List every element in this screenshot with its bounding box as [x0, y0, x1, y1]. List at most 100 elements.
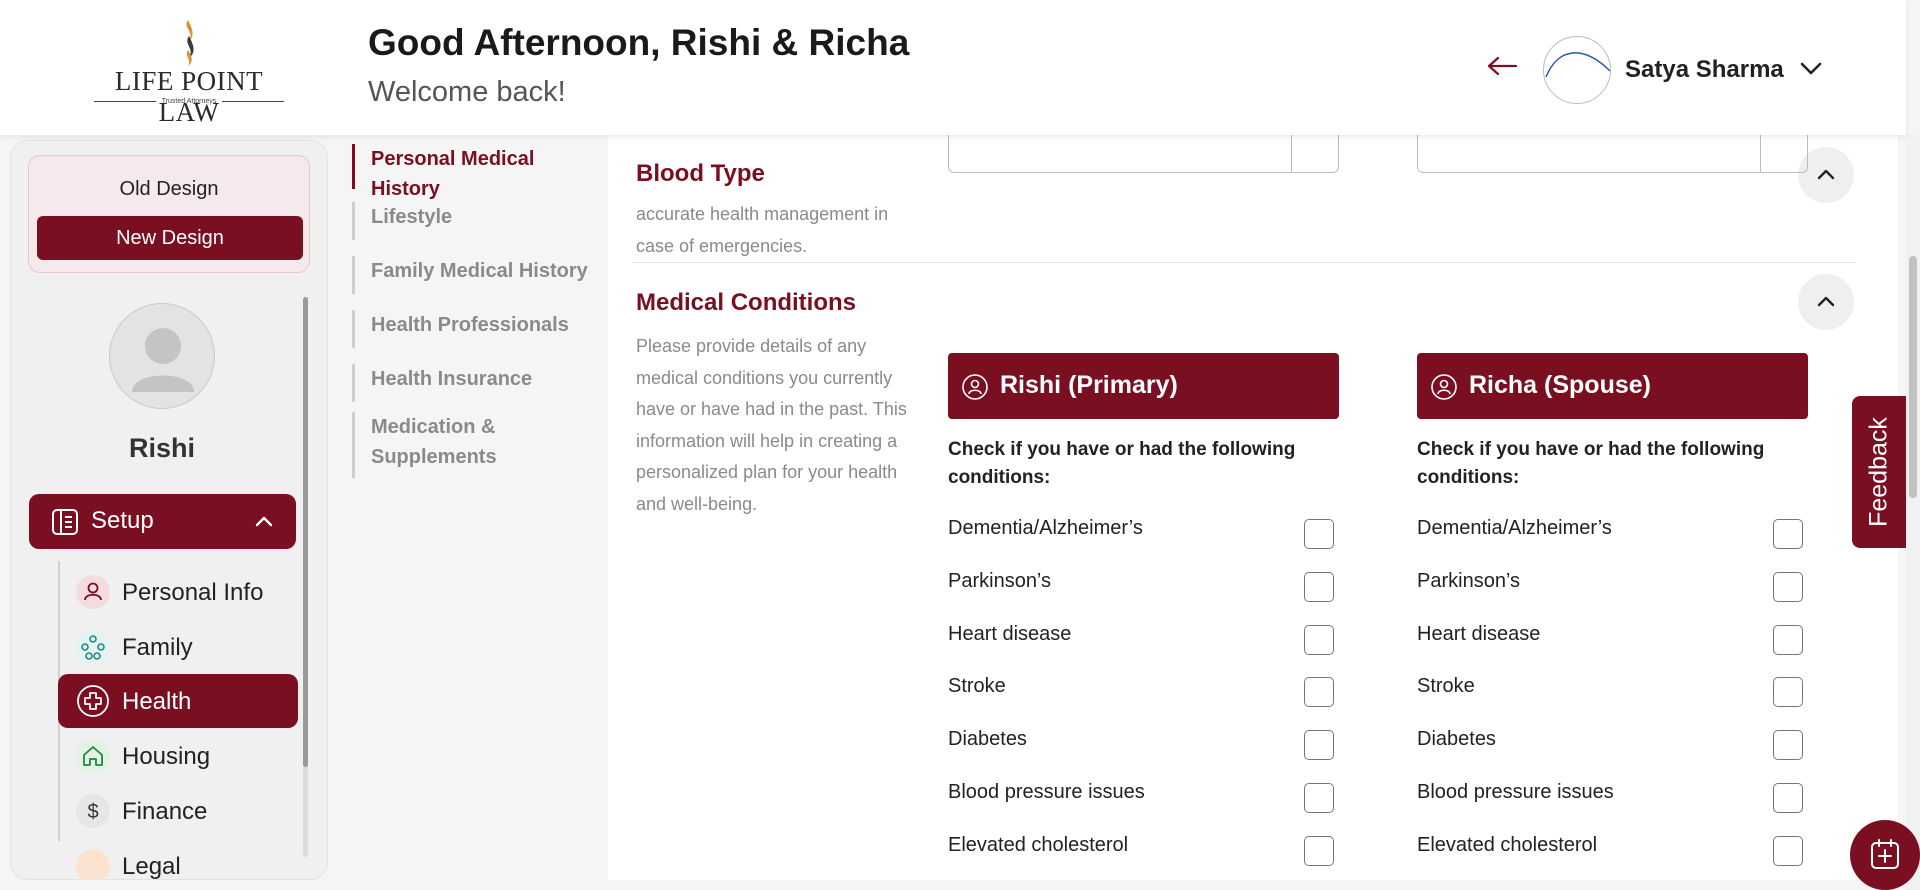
blood-type-desc: accurate health management in case of em…: [636, 199, 916, 262]
blood-type-select-spouse[interactable]: [1417, 135, 1808, 173]
top-header: LIFE POINT LAW Trusted Attorneys Good Af…: [0, 0, 1906, 135]
blood-type-desc-line: case of emergencies.: [636, 235, 808, 256]
add-calendar-button[interactable]: [1850, 820, 1920, 890]
design-switcher: Old Design New Design: [28, 155, 310, 273]
primary-person-label: Rishi (Primary): [1000, 371, 1178, 399]
sidebar-item-finance[interactable]: $ Finance: [58, 784, 298, 838]
sidebar-item-label: Finance: [122, 798, 208, 825]
sidebar-item-legal[interactable]: Legal: [58, 839, 298, 880]
primary-condition-row: Stroke: [948, 671, 1340, 707]
condition-checkbox[interactable]: [1304, 783, 1334, 813]
condition-checkbox[interactable]: [1773, 836, 1803, 866]
condition-label: Dementia/Alzheimer’s: [1417, 517, 1612, 539]
condition-checkbox[interactable]: [1304, 677, 1334, 707]
medical-cross-icon: [76, 684, 110, 718]
condition-label: Elevated cholesterol: [1417, 834, 1598, 856]
condition-checkbox[interactable]: [1773, 677, 1803, 707]
sidebar-scrollbar-thumb[interactable]: [303, 297, 308, 767]
condition-label: Diabetes: [948, 728, 1027, 750]
condition-checkbox[interactable]: [1304, 836, 1334, 866]
blood-type-select-primary[interactable]: [948, 135, 1339, 173]
setup-menu-toggle[interactable]: Setup: [29, 494, 296, 549]
sidebar-item-personal-info[interactable]: Personal Info: [58, 565, 298, 619]
logo-text: LIFE POINT LAW: [114, 66, 264, 127]
chevron-up-icon: [1817, 169, 1835, 180]
primary-condition-row: Heart disease: [948, 619, 1340, 655]
dollar-icon: $: [76, 794, 110, 828]
logo-subtitle: Trusted Attorneys: [84, 98, 294, 105]
section-divider: [632, 262, 1856, 263]
feedback-button[interactable]: Feedback: [1852, 396, 1906, 548]
condition-label: Dementia/Alzheimer’s: [948, 517, 1143, 539]
condition-label: Blood pressure issues: [948, 781, 1145, 803]
family-tree-icon: [76, 630, 110, 664]
user-name[interactable]: Satya Sharma: [1625, 56, 1784, 84]
legal-icon: [76, 849, 110, 879]
main-scrollbar-track[interactable]: [1906, 135, 1920, 890]
blood-type-title: Blood Type: [636, 160, 765, 187]
profile-avatar[interactable]: [109, 303, 215, 409]
condition-checkbox[interactable]: [1773, 572, 1803, 602]
condition-checkbox[interactable]: [1304, 572, 1334, 602]
sidebar-item-label: Health: [122, 688, 192, 715]
sidebar-item-label: Housing: [122, 743, 211, 770]
condition-checkbox[interactable]: [1304, 519, 1334, 549]
medical-conditions-collapse-button[interactable]: [1798, 274, 1854, 330]
old-design-button[interactable]: Old Design: [29, 178, 309, 201]
subnav-medication-supplements[interactable]: Medication & Supplements: [352, 412, 602, 478]
subnav-personal-medical-history[interactable]: Personal Medical History: [352, 144, 602, 200]
new-design-button[interactable]: New Design: [37, 216, 303, 260]
condition-checkbox[interactable]: [1304, 730, 1334, 760]
health-subnav: Personal Medical History Lifestyle Famil…: [350, 140, 606, 490]
user-avatar[interactable]: [1543, 36, 1611, 104]
back-arrow-icon[interactable]: [1486, 54, 1518, 78]
condition-checkbox[interactable]: [1773, 625, 1803, 655]
sidebar-item-label: Family: [122, 634, 193, 661]
svg-text:$: $: [87, 801, 98, 823]
primary-condition-row: Dementia/Alzheimer’s: [948, 513, 1340, 549]
spouse-condition-row: Stroke: [1417, 671, 1809, 707]
condition-checkbox[interactable]: [1773, 783, 1803, 813]
primary-condition-row: Elevated cholesterol: [948, 830, 1340, 866]
main-scrollbar-thumb[interactable]: [1909, 256, 1917, 498]
primary-condition-row: Blood pressure issues: [948, 777, 1340, 813]
sidebar-item-label: Legal: [122, 853, 181, 880]
condition-label: Parkinson’s: [1417, 570, 1521, 592]
sidebar-item-label: Personal Info: [122, 579, 264, 606]
main-content: Blood Type accurate health management in…: [608, 135, 1898, 880]
chevron-down-icon[interactable]: [1798, 58, 1824, 78]
sidebar-item-housing[interactable]: Housing: [58, 729, 298, 783]
spouse-person-header: Richa (Spouse): [1417, 353, 1808, 419]
spouse-check-title: Check if you have or had the following c…: [1417, 439, 1765, 488]
sidebar-item-family[interactable]: Family: [58, 620, 298, 674]
life-point-law-logo[interactable]: LIFE POINT LAW Trusted Attorneys: [84, 18, 294, 127]
condition-checkbox[interactable]: [1773, 730, 1803, 760]
calendar-add-icon: [1871, 839, 1899, 869]
spouse-condition-row: Parkinson’s: [1417, 566, 1809, 602]
spouse-condition-row: Diabetes: [1417, 724, 1809, 760]
spouse-condition-row: Elevated cholesterol: [1417, 830, 1809, 866]
subnav-lifestyle[interactable]: Lifestyle: [352, 202, 602, 240]
chevron-up-icon: [1817, 296, 1835, 307]
subnav-health-professionals[interactable]: Health Professionals: [352, 310, 602, 348]
primary-person-header: Rishi (Primary): [948, 353, 1339, 419]
condition-label: Stroke: [1417, 675, 1475, 697]
spouse-condition-row: Blood pressure issues: [1417, 777, 1809, 813]
condition-checkbox[interactable]: [1773, 519, 1803, 549]
primary-condition-row: Parkinson’s: [948, 566, 1340, 602]
subnav-family-medical-history[interactable]: Family Medical History: [352, 256, 602, 294]
medical-conditions-title: Medical Conditions: [636, 289, 857, 316]
person-icon: [76, 575, 110, 609]
spouse-condition-row: Dementia/Alzheimer’s: [1417, 513, 1809, 549]
setup-label: Setup: [91, 507, 154, 534]
subnav-health-insurance[interactable]: Health Insurance: [352, 364, 602, 402]
welcome-text: Welcome back!: [368, 76, 566, 108]
condition-label: Blood pressure issues: [1417, 781, 1614, 803]
spouse-person-label: Richa (Spouse): [1469, 371, 1651, 399]
sidebar-item-health[interactable]: Health: [58, 674, 298, 728]
feedback-label: Feedback: [1864, 417, 1893, 527]
condition-checkbox[interactable]: [1304, 625, 1334, 655]
greeting-title: Good Afternoon, Rishi & Richa: [368, 22, 910, 63]
blood-type-desc-line: accurate health management in: [636, 204, 889, 224]
left-sidebar: Old Design New Design Rishi Setup Person…: [10, 140, 328, 880]
